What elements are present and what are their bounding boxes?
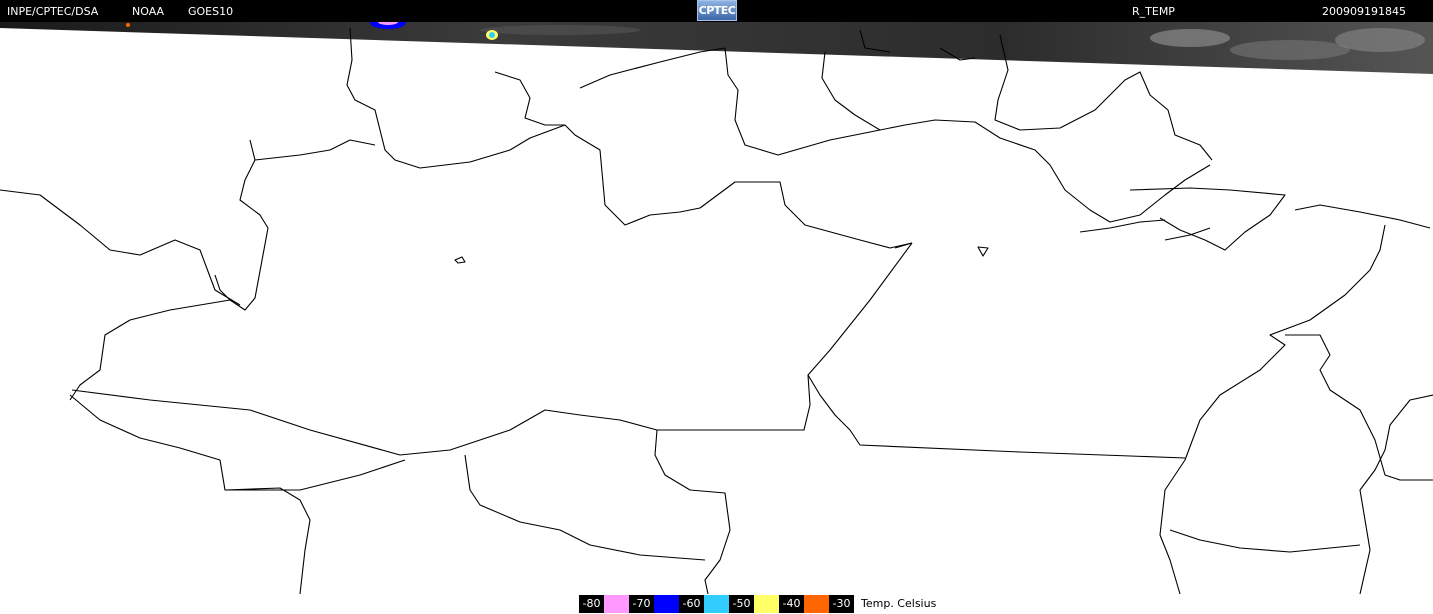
border-line: [821, 51, 881, 131]
legend-swatch: [804, 595, 829, 613]
cptec-logo: CPTEC: [697, 0, 737, 21]
convective-cell: [489, 32, 495, 38]
border-line: [454, 256, 466, 264]
border-line: [724, 47, 1211, 223]
cloud-patch: [480, 25, 640, 35]
cloud-patch: [1335, 28, 1425, 52]
border-line: [1079, 219, 1166, 233]
legend-label: -30: [829, 595, 854, 613]
legend-swatch: [754, 595, 779, 613]
border-line: [579, 47, 726, 89]
border-line: [464, 454, 706, 561]
border-line: [977, 246, 989, 257]
border-line: [399, 409, 658, 456]
legend-swatch: [704, 595, 729, 613]
border-line: [1164, 227, 1211, 241]
border-line: [1169, 529, 1361, 553]
header-bar: INPE/CPTEC/DSA NOAA GOES10 CPTEC R_TEMP …: [0, 0, 1433, 22]
timestamp-label: 200909191845: [1322, 5, 1406, 18]
legend-swatch: [654, 595, 679, 613]
legend-swatch: [604, 595, 629, 613]
legend-label: -50: [729, 595, 754, 613]
institution-label: INPE/CPTEC/DSA: [7, 5, 99, 18]
border-line: [1294, 204, 1431, 229]
legend-label: -40: [779, 595, 804, 613]
cloud-patch: [1150, 29, 1230, 47]
border-line: [1129, 187, 1286, 251]
convective-cell: [126, 23, 130, 27]
legend-label: -70: [629, 595, 654, 613]
product-label: R_TEMP: [1132, 5, 1175, 18]
agency-label: NOAA: [132, 5, 165, 18]
border-line: [1285, 334, 1433, 481]
border-line: [1359, 394, 1433, 595]
border-line: [69, 159, 269, 401]
legend-label: -60: [679, 595, 704, 613]
border-line: [346, 27, 913, 249]
border-line: [0, 189, 241, 306]
border-line: [214, 274, 231, 301]
border-line: [654, 374, 811, 595]
temperature-legend: -80 -70 -60 -50 -40 -30 Temp. Celsius: [579, 595, 937, 613]
border-line: [71, 389, 401, 456]
border-line: [494, 71, 565, 126]
border-line: [807, 242, 1186, 459]
satellite-label: GOES10: [188, 5, 234, 18]
legend-units-label: Temp. Celsius: [854, 595, 937, 613]
border-line: [69, 394, 311, 595]
satellite-map: [0, 17, 1433, 595]
boundary-lines: [0, 27, 1433, 595]
satellite-cloud-strip: [0, 22, 1433, 74]
cloud-patch: [1230, 40, 1350, 60]
border-line: [225, 459, 406, 491]
border-line: [249, 139, 376, 161]
border-line: [1159, 224, 1386, 595]
legend-label: -80: [579, 595, 604, 613]
